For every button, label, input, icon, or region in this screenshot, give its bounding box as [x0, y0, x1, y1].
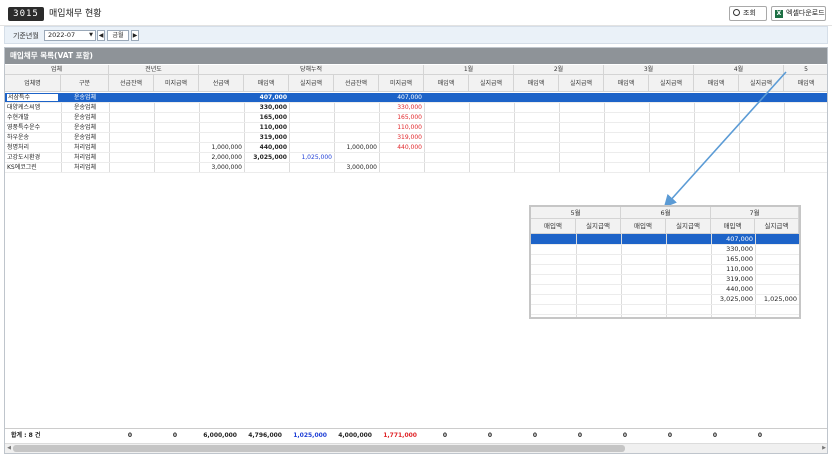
- zoom-m7-purchase-value: 330,000: [726, 245, 753, 253]
- zoom-row-divider: [531, 314, 799, 315]
- zoom-m6-purchase: 매입액: [621, 219, 666, 234]
- zoom-selected-row: [531, 234, 799, 244]
- zoom-m7-purchase-value: 407,000: [726, 235, 753, 243]
- zoom-row-divider: [531, 244, 799, 245]
- zoom-m7-purchase-value: 3,025,000: [719, 295, 753, 303]
- zoom-callout: 5월 6월 7월 매입액 실지급액 매입액 실지급액 매입액 실지급액 407,…: [529, 205, 801, 319]
- zoom-col-m6: 6월: [621, 207, 711, 219]
- zoom-m5-paid: 실지급액: [576, 219, 621, 234]
- zoom-row-divider: [531, 274, 799, 275]
- zoom-m6-paid: 실지급액: [666, 219, 711, 234]
- zoom-m7-purchase: 매입액: [711, 219, 755, 234]
- zoom-row-divider: [531, 254, 799, 255]
- zoom-col-m7: 7월: [711, 207, 799, 219]
- zoom-m7-paid: 실지급액: [755, 219, 799, 234]
- zoom-m7-purchase-value: 110,000: [726, 265, 753, 273]
- zoom-row-divider: [531, 304, 799, 305]
- zoom-m7-paid-value: 1,025,000: [763, 295, 797, 303]
- zoom-row-divider: [531, 264, 799, 265]
- zoom-row-divider: [531, 284, 799, 285]
- zoom-m7-purchase-value: 440,000: [726, 285, 753, 293]
- zoom-col-m5: 5월: [531, 207, 621, 219]
- zoom-m5-purchase: 매입액: [531, 219, 576, 234]
- zoom-m7-purchase-value: 165,000: [726, 255, 753, 263]
- zoom-m7-purchase-value: 319,000: [726, 275, 753, 283]
